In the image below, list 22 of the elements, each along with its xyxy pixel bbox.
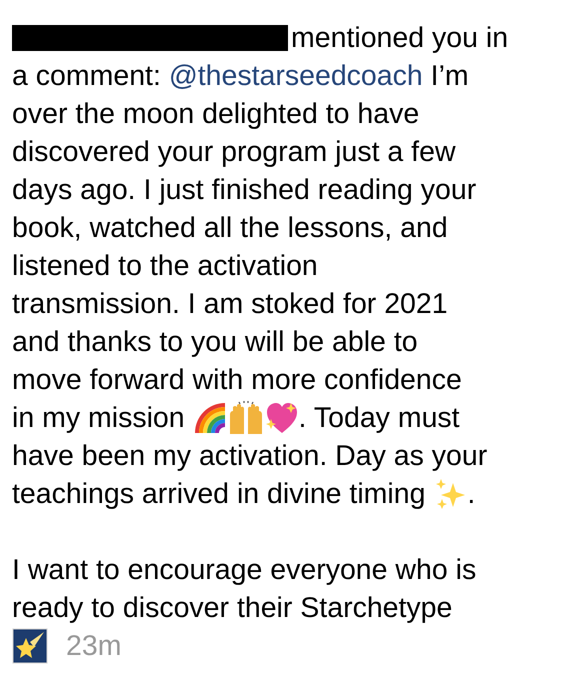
comment-text: listened to the activation [12,250,318,282]
comment-text: move forward with more confidence [12,364,462,396]
rainbow-icon [192,401,227,435]
comment-text: and thanks to you will be able to [12,326,418,358]
comment-text: book, watched all the lessons, and [12,212,448,244]
comment-text: I want to encourage everyone who is [12,554,476,586]
comment-text: teachings arrived in divine timing [12,478,426,510]
comment-text: transmission. I am stoked for 2021 [12,288,448,320]
comment-text: days ago. I just finished reading your [12,174,476,206]
comment-text: a comment: [12,60,162,92]
timestamp: 23m [66,630,122,662]
comment-text: have been my activation. Day as your [12,440,488,472]
comment-text: over the moon delighted to have [12,98,420,130]
comment-text: . [467,478,476,510]
comment-text: discovered your program just a few [12,136,456,168]
mention-link[interactable]: @thestarseedcoach [168,60,423,92]
comment-text: mentioned you in [291,22,508,54]
comment-text: in my mission [12,402,186,434]
sparkling-heart-icon [264,401,299,435]
comment-text: . Today must [298,402,460,434]
comment-text: ready to discover their Starchetype [12,592,452,624]
comment-text: I’m [430,60,469,92]
